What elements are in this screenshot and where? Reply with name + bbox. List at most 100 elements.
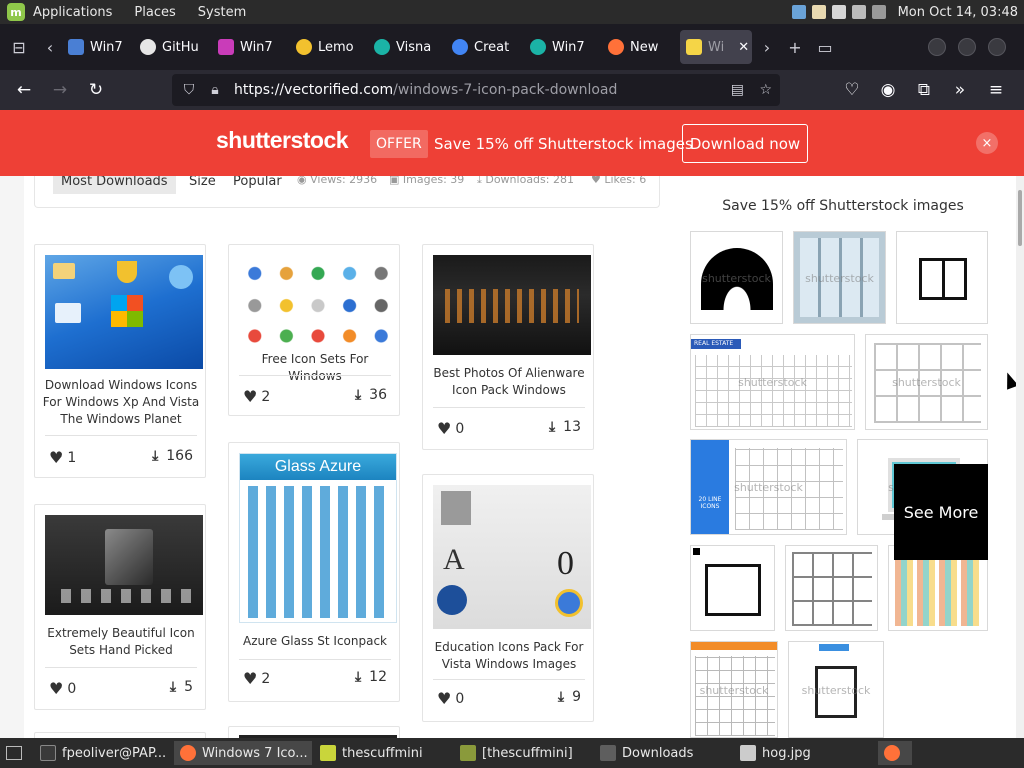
shield-icon[interactable] bbox=[831, 5, 846, 19]
sort-popular[interactable]: Popular bbox=[233, 176, 282, 194]
icon-pack-card[interactable]: Free Icon Sets For Windows ♥ 2 ⤓ 36 bbox=[228, 244, 400, 416]
stock-image[interactable]: shutterstock bbox=[793, 231, 886, 324]
task-downloads[interactable]: Downloads bbox=[594, 741, 732, 765]
tab[interactable]: Win7 bbox=[212, 30, 288, 64]
download-now-button[interactable]: Download now bbox=[682, 124, 808, 163]
card-title[interactable]: Download Windows Icons For Windows Xp An… bbox=[41, 377, 201, 428]
shutterstock-logo[interactable]: shutterstock bbox=[216, 127, 349, 154]
tab-list-icon[interactable]: ⊟ bbox=[0, 32, 38, 62]
stock-image[interactable]: shutterstock bbox=[690, 641, 778, 738]
scroll-tabs-right-icon[interactable]: › bbox=[754, 32, 780, 62]
downloads[interactable]: ⤓ 5 bbox=[170, 679, 193, 695]
network-icon[interactable] bbox=[791, 5, 806, 19]
forward-icon[interactable]: → bbox=[42, 74, 78, 106]
hamburger-menu-icon[interactable]: ≡ bbox=[978, 74, 1014, 106]
icon-pack-card[interactable]: A 0 Education Icons Pack For Vista Windo… bbox=[422, 474, 594, 722]
card-title[interactable]: Free Icon Sets For Windows bbox=[235, 351, 395, 385]
maximize-window-button[interactable] bbox=[958, 38, 976, 56]
account-icon[interactable]: ◉ bbox=[870, 74, 906, 106]
stock-image[interactable]: shutterstock bbox=[788, 641, 884, 738]
notes-icon[interactable] bbox=[811, 5, 826, 19]
pocket-icon[interactable]: ♡ bbox=[834, 74, 870, 106]
scrollbar-thumb[interactable] bbox=[1018, 190, 1022, 246]
tab[interactable]: New bbox=[602, 30, 678, 64]
tab[interactable]: Win7 bbox=[524, 30, 600, 64]
sort-most-downloads[interactable]: Most Downloads bbox=[53, 176, 176, 194]
task-firefox-thumb[interactable] bbox=[878, 741, 912, 765]
stock-image[interactable]: 20 LINE ICONS shutterstock bbox=[690, 439, 847, 535]
tab[interactable]: Lemo bbox=[290, 30, 366, 64]
card-thumbnail[interactable] bbox=[45, 255, 203, 369]
card-title[interactable]: Extremely Beautiful Icon Sets Hand Picke… bbox=[41, 625, 201, 659]
task-image-viewer[interactable]: hog.jpg bbox=[734, 741, 872, 765]
stock-image[interactable]: shutterstock bbox=[690, 231, 783, 324]
stock-image[interactable]: shutterstock bbox=[865, 334, 988, 430]
close-tab-icon[interactable]: ✕ bbox=[738, 40, 749, 55]
card-thumbnail[interactable] bbox=[239, 255, 397, 347]
card-title[interactable]: Best Photos Of Alienware Icon Pack Windo… bbox=[429, 365, 589, 399]
reload-icon[interactable]: ↻ bbox=[78, 74, 114, 106]
address-bar[interactable]: ⛉ 🔒︎ https://vectorified.com/windows-7-i… bbox=[172, 74, 780, 106]
reader-view-icon[interactable]: ▤ bbox=[731, 82, 744, 98]
bookmark-star-icon[interactable]: ☆ bbox=[759, 82, 772, 98]
downloads[interactable]: ⤓ 9 bbox=[558, 689, 581, 705]
icon-pack-card[interactable]: Best Photos Of Alienware Icon Pack Windo… bbox=[422, 244, 594, 450]
lock-icon[interactable]: 🔒︎ bbox=[202, 82, 228, 98]
tab[interactable]: GitHu bbox=[134, 30, 210, 64]
show-desktop-icon[interactable] bbox=[6, 746, 22, 760]
applications-menu[interactable]: Applications bbox=[33, 5, 112, 20]
task-editor[interactable]: thescuffmini bbox=[314, 741, 452, 765]
new-tab-icon[interactable]: + bbox=[780, 32, 810, 62]
icon-pack-card[interactable]: Download Windows Icons For Windows Xp An… bbox=[34, 244, 206, 478]
window-icon[interactable]: ▭ bbox=[810, 32, 840, 62]
task-firefox[interactable]: Windows 7 Ico... bbox=[174, 741, 312, 765]
page-scrollbar[interactable] bbox=[1016, 176, 1024, 738]
volume-icon[interactable] bbox=[851, 5, 866, 19]
mint-menu-icon[interactable]: m bbox=[7, 3, 25, 21]
likes[interactable]: ♥ 0 bbox=[437, 689, 464, 708]
likes[interactable]: ♥ 0 bbox=[49, 679, 76, 698]
tab[interactable]: Visna bbox=[368, 30, 444, 64]
likes[interactable]: ♥ 2 bbox=[243, 387, 270, 406]
downloads[interactable]: ⤓ 13 bbox=[549, 419, 581, 435]
icon-pack-card[interactable]: Extremely Beautiful Icon Sets Hand Picke… bbox=[34, 504, 206, 710]
task-editor-2[interactable]: [thescuffmini] bbox=[454, 741, 592, 765]
task-terminal[interactable]: fpeoliver@PAP... bbox=[34, 741, 172, 765]
card-title[interactable]: Azure Glass St Iconpack bbox=[235, 633, 395, 650]
see-more-button[interactable]: See More bbox=[894, 464, 988, 560]
overflow-menu-icon[interactable]: » bbox=[942, 74, 978, 106]
tab-active[interactable]: Wi ✕ bbox=[680, 30, 752, 64]
download-icon: ⤓ bbox=[152, 448, 159, 464]
tab[interactable]: Win7 bbox=[62, 30, 132, 64]
sort-size[interactable]: Size bbox=[189, 176, 216, 194]
downloads[interactable]: ⤓ 36 bbox=[355, 387, 387, 403]
card-thumbnail[interactable] bbox=[433, 255, 591, 355]
battery-icon[interactable] bbox=[871, 5, 886, 19]
card-thumbnail[interactable]: A 0 bbox=[433, 485, 591, 629]
card-thumbnail[interactable] bbox=[45, 515, 203, 615]
card-title[interactable]: Education Icons Pack For Vista Windows I… bbox=[429, 639, 589, 673]
back-icon[interactable]: ← bbox=[6, 74, 42, 106]
icon-pack-card[interactable]: Glass Azure Azure Glass St Iconpack ♥ 2 ⤓… bbox=[228, 442, 400, 702]
close-window-button[interactable] bbox=[988, 38, 1006, 56]
downloads[interactable]: ⤓ 166 bbox=[152, 448, 193, 464]
likes[interactable]: ♥ 1 bbox=[49, 448, 76, 467]
scroll-tabs-left-icon[interactable]: ‹ bbox=[38, 32, 62, 62]
downloads[interactable]: ⤓ 12 bbox=[355, 669, 387, 685]
stock-image[interactable] bbox=[896, 231, 988, 324]
stock-image[interactable] bbox=[785, 545, 878, 631]
tracking-shield-icon[interactable]: ⛉ bbox=[176, 82, 202, 98]
extensions-icon[interactable]: ⧉ bbox=[906, 74, 942, 106]
likes[interactable]: ♥ 2 bbox=[243, 669, 270, 688]
card-thumbnail[interactable]: Glass Azure bbox=[239, 453, 397, 623]
likes[interactable]: ♥ 0 bbox=[437, 419, 464, 438]
system-menu[interactable]: System bbox=[198, 5, 246, 20]
icon-pack-card[interactable] bbox=[228, 726, 400, 738]
minimize-window-button[interactable] bbox=[928, 38, 946, 56]
stock-image[interactable]: REAL ESTATE shutterstock bbox=[690, 334, 855, 430]
stock-image[interactable] bbox=[690, 545, 775, 631]
close-banner-icon[interactable]: × bbox=[976, 132, 998, 154]
places-menu[interactable]: Places bbox=[134, 5, 175, 20]
tab[interactable]: Creat bbox=[446, 30, 522, 64]
clock[interactable]: Mon Oct 14, 03:48 bbox=[898, 5, 1018, 20]
